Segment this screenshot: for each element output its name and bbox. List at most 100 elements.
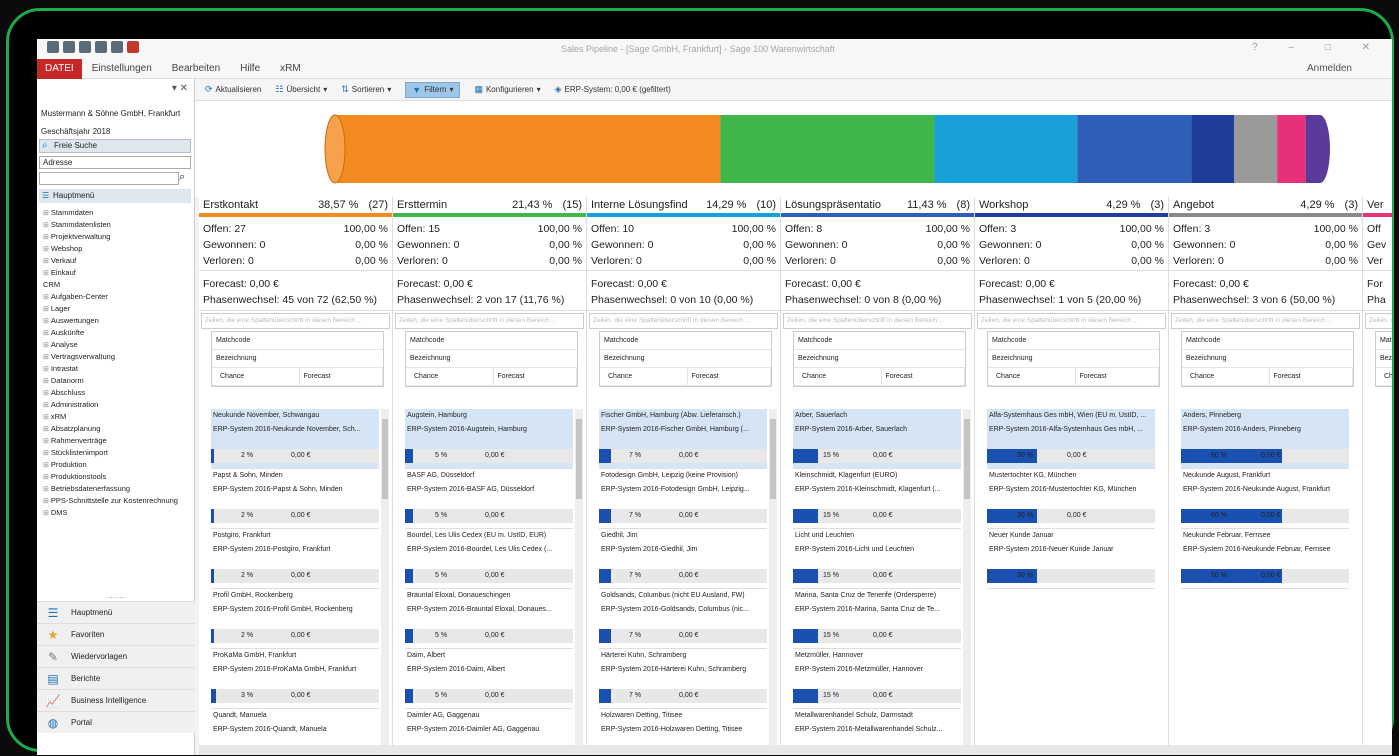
funnel-segment[interactable]: [934, 115, 1078, 183]
opportunity-card[interactable]: Kleinschmidt, Klagenfurt (EURO) ERP-Syst…: [793, 469, 961, 529]
opportunity-card[interactable]: Alfa-Systemhaus Ges mbH, Wien (EU m. Ust…: [987, 409, 1155, 469]
funnel-segment[interactable]: [1234, 115, 1278, 183]
menu-bearbeiten[interactable]: Bearbeiten: [162, 63, 230, 74]
bezeichnung-header[interactable]: Bezeichnung: [988, 350, 1159, 368]
vertical-scrollbar[interactable]: [769, 409, 777, 755]
phase-header[interactable]: Ver: [1363, 197, 1392, 213]
opportunity-card[interactable]: Neukunde November, Schwangau ERP-System …: [211, 409, 379, 469]
opportunity-card[interactable]: Härterei Kuhn, Schramberg ERP-System 201…: [599, 649, 767, 709]
chance-header[interactable]: Chance: [604, 368, 688, 385]
nav-item[interactable]: Stammdatenlisten: [43, 219, 178, 231]
bezeichnung-header[interactable]: Bezeichnung: [794, 350, 965, 368]
chance-header[interactable]: Chance: [1186, 368, 1270, 385]
group-panel[interactable]: Zeilen, die eine Spaltenüberschrift in d…: [1365, 313, 1392, 329]
matchcode-header[interactable]: Matchcode: [794, 332, 965, 350]
nav-item[interactable]: Analyse: [43, 339, 178, 351]
print-icon[interactable]: [63, 41, 75, 53]
main-menu-header[interactable]: ☰ Hauptmenü: [39, 189, 191, 203]
opportunity-card[interactable]: Marina, Santa Cruz de Tenerife (Orderspe…: [793, 589, 961, 649]
search-icon[interactable]: ⌕: [179, 171, 185, 184]
chance-header[interactable]: Chance: [992, 368, 1076, 385]
forecast-header[interactable]: Forecast: [1270, 368, 1353, 385]
splitter-grip[interactable]: .........: [37, 592, 195, 601]
chance-header[interactable]: Chance: [216, 368, 300, 385]
forecast-header[interactable]: Forecast: [1076, 368, 1159, 385]
group-panel[interactable]: Zeilen, die eine Spaltenüberschrift in d…: [201, 313, 390, 329]
opportunity-card[interactable]: Papst & Sohn, Minden ERP-System 2016-Pap…: [211, 469, 379, 529]
nav-item[interactable]: Aufgaben-Center: [43, 291, 178, 303]
menu-datei[interactable]: DATEI: [37, 58, 82, 79]
group-panel[interactable]: Zeilen, die eine Spaltenüberschrift in d…: [977, 313, 1166, 329]
window-controls[interactable]: ? – □ ✕: [1252, 42, 1384, 53]
opportunity-card[interactable]: Arber, Sauerlach ERP-System 2016-Arber, …: [793, 409, 961, 469]
opportunity-card[interactable]: Neuer Kunde Januar ERP-System 2016-Neuer…: [987, 529, 1155, 589]
bottom-nav-item[interactable]: ◍ Portal: [37, 711, 195, 733]
nav-item[interactable]: Intrastat: [43, 363, 178, 375]
funnel-segment[interactable]: [1305, 115, 1330, 183]
vertical-scrollbar[interactable]: [381, 409, 389, 755]
window-icon[interactable]: [111, 41, 123, 53]
scroll-thumb[interactable]: [770, 419, 776, 499]
opportunity-card[interactable]: Augstein, Hamburg ERP-System 2016-Augste…: [405, 409, 573, 469]
nav-item[interactable]: Projektverwaltung: [43, 231, 178, 243]
opportunity-card[interactable]: BASF AG, Düsseldorf ERP-System 2016-BASF…: [405, 469, 573, 529]
overview-button[interactable]: ☷ Übersicht ▾: [275, 84, 327, 95]
search-input[interactable]: [39, 172, 179, 185]
funnel-segment[interactable]: [1077, 115, 1192, 183]
opportunity-card[interactable]: Giedhil, Jim ERP-System 2016-Giedhil, Ji…: [599, 529, 767, 589]
nav-item[interactable]: PPS-Schnittstelle zur Kostenrechnung: [43, 495, 178, 507]
nav-item[interactable]: Verkauf: [43, 255, 178, 267]
opportunity-card[interactable]: Brauntal Eloxal, Donaueschingen ERP-Syst…: [405, 589, 573, 649]
bottom-nav-item[interactable]: ▤ Berichte: [37, 667, 195, 689]
horizontal-scrollbar[interactable]: [199, 745, 1392, 755]
nav-item[interactable]: Rahmenverträge: [43, 435, 178, 447]
opportunity-card[interactable]: Anders, Pinneberg ERP-System 2016-Anders…: [1181, 409, 1349, 469]
login-button[interactable]: Anmelden: [1297, 63, 1392, 74]
bottom-nav-item[interactable]: ★ Favoriten: [37, 623, 195, 645]
nav-item[interactable]: Einkauf: [43, 267, 178, 279]
group-panel[interactable]: Zeilen, die eine Spaltenüberschrift in d…: [589, 313, 778, 329]
sort-button[interactable]: ⇅ Sortieren ▾: [341, 84, 391, 95]
close-doc-icon[interactable]: [127, 41, 139, 53]
opportunity-card[interactable]: Goldsands, Columbus (nicht EU Ausland, F…: [599, 589, 767, 649]
pin-close-icon[interactable]: ▾ ✕: [172, 83, 188, 94]
globe-icon[interactable]: [95, 41, 107, 53]
funnel-segment[interactable]: [1191, 115, 1235, 183]
nav-item[interactable]: Auskünfte: [43, 327, 178, 339]
phase-header[interactable]: Workshop 4,29 % (3): [975, 197, 1168, 213]
phase-header[interactable]: Erstkontakt 38,57 % (27): [199, 197, 392, 213]
bezeichnung-header[interactable]: Bezeichnung: [600, 350, 771, 368]
forecast-header[interactable]: Forecast: [688, 368, 771, 385]
group-panel[interactable]: Zeilen, die eine Spaltenüberschrift in d…: [1171, 313, 1360, 329]
funnel-segment[interactable]: [1277, 115, 1306, 183]
refresh-button[interactable]: ⟳ Aktualisieren: [205, 84, 261, 95]
bezeichnung-header[interactable]: Bezeichnung: [1182, 350, 1353, 368]
bottom-nav-item[interactable]: 📈 Business Intelligence: [37, 689, 195, 711]
opportunity-card[interactable]: Mustertochter KG, München ERP-System 201…: [987, 469, 1155, 529]
scroll-thumb[interactable]: [964, 419, 970, 499]
opportunity-card[interactable]: Fischer GmbH, Hamburg (Abw. Lieferansch.…: [599, 409, 767, 469]
phase-header[interactable]: Lösungspräsentation 11,43 % (8): [781, 197, 974, 213]
nav-item[interactable]: CRM: [43, 279, 178, 291]
bottom-nav-item[interactable]: ☰ Hauptmenü: [37, 601, 195, 623]
filter-button[interactable]: ▼ Filtern ▾: [405, 81, 461, 98]
save-icon[interactable]: [47, 41, 59, 53]
nav-item[interactable]: DMS: [43, 507, 178, 519]
funnel-segment[interactable]: [720, 115, 935, 183]
menu-xrm[interactable]: xRM: [270, 63, 311, 74]
chance-header[interactable]: Chance: [410, 368, 494, 385]
funnel-segment[interactable]: [335, 115, 721, 183]
nav-item[interactable]: Vertragsverwaltung: [43, 351, 178, 363]
nav-item[interactable]: xRM: [43, 411, 178, 423]
vertical-scrollbar[interactable]: [575, 409, 583, 755]
opportunity-card[interactable]: ProKaMa GmbH, Frankfurt ERP-System 2016-…: [211, 649, 379, 709]
forecast-header[interactable]: Forecast: [494, 368, 577, 385]
phase-header[interactable]: Angebot 4,29 % (3): [1169, 197, 1362, 213]
chance-header[interactable]: Chance: [798, 368, 882, 385]
opportunity-card[interactable]: Daim, Albert ERP-System 2016-Daim, Alber…: [405, 649, 573, 709]
nav-item[interactable]: Stammdaten: [43, 207, 178, 219]
nav-item[interactable]: Produktionstools: [43, 471, 178, 483]
free-search-header[interactable]: ⌕ Freie Suche: [39, 139, 191, 153]
nav-item[interactable]: Betriebsdatenerfassung: [43, 483, 178, 495]
search-field-select[interactable]: Adresse: [39, 156, 191, 169]
